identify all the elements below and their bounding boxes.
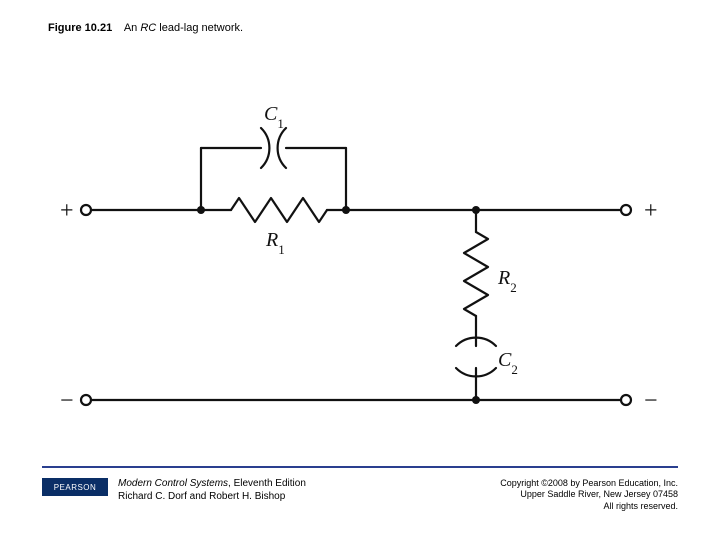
book-title: Modern Control Systems (118, 478, 228, 489)
caption-spacer (115, 22, 121, 34)
label-r2: R2 (497, 267, 517, 295)
caption-suffix: lead-lag network. (156, 22, 243, 34)
copyright-line3: All rights reserved. (500, 501, 678, 512)
capacitor-c1-plate-left (261, 128, 269, 168)
copyright-block: Copyright ©2008 by Pearson Education, In… (500, 478, 678, 512)
book-info: Modern Control Systems, Eleventh Edition… (118, 478, 306, 503)
terminal-in-minus (81, 395, 91, 405)
circuit-diagram: + C1 R1 + R2 C2 (46, 70, 666, 430)
label-c2: C2 (498, 349, 518, 377)
label-c1: C1 (264, 103, 284, 131)
caption-emph: RC (140, 22, 156, 34)
terminal-out-plus (621, 205, 631, 215)
book-edition: , Eleventh Edition (228, 478, 306, 489)
copyright-line1: Copyright ©2008 by Pearson Education, In… (500, 478, 678, 489)
terminal-in-plus (81, 205, 91, 215)
label-in-plus: + (60, 198, 74, 224)
pearson-logo-text: PEARSON (54, 483, 97, 492)
figure-caption: Figure 10.21 An RC lead-lag network. (48, 22, 243, 35)
copyright-line2: Upper Saddle River, New Jersey 07458 (500, 489, 678, 500)
footer-rule (42, 466, 678, 468)
label-out-minus: − (644, 388, 658, 414)
label-r1: R1 (265, 229, 285, 257)
label-out-plus: + (644, 198, 658, 224)
figure-number: Figure 10.21 (48, 22, 112, 34)
capacitor-c1-plate-right (278, 128, 286, 168)
pearson-logo: PEARSON (42, 478, 108, 496)
label-in-minus: − (60, 388, 74, 414)
book-authors: Richard C. Dorf and Robert H. Bishop (118, 491, 306, 504)
caption-prefix: An (124, 22, 141, 34)
terminal-out-minus (621, 395, 631, 405)
resistor-r2 (464, 232, 488, 316)
resistor-r1 (231, 198, 327, 222)
